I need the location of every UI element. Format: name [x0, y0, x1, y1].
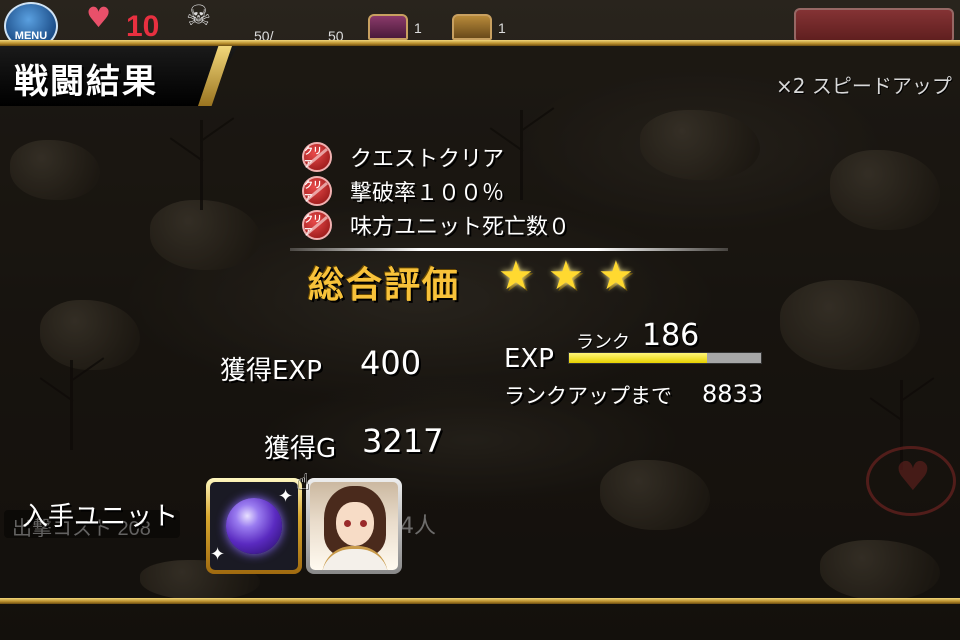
rating-star-icon: ★	[548, 253, 584, 299]
clear-badge-icon: クリア	[302, 142, 332, 172]
bottom-strip	[0, 604, 960, 640]
rank-up-label: ランクアップまで	[504, 384, 672, 408]
rank-label: ランク	[576, 332, 630, 353]
exp-progress-fill	[569, 353, 708, 363]
sparkle-icon: ✦	[210, 544, 226, 565]
life-count: 10	[126, 10, 160, 43]
condition-row: クリア 味方ユニット死亡数０	[302, 210, 570, 240]
red-chest-icon	[368, 14, 408, 40]
condition-text: 撃破率１００％	[350, 181, 505, 206]
condition-text: 味方ユニット死亡数０	[350, 215, 571, 240]
skull-icon: ☠	[186, 0, 212, 32]
sparkle-icon: ✦	[278, 486, 294, 507]
gold-gained-label: 獲得G	[264, 434, 337, 464]
top-hud: MENU ♥ 10 ☠ 50/ 50 1 1	[0, 0, 960, 50]
top-right-button[interactable]	[794, 8, 954, 44]
gold-gained-value: 3217	[362, 422, 444, 460]
purple-orb-icon	[226, 498, 282, 554]
exp-gained-label: 獲得EXP	[220, 356, 322, 386]
overall-rating-label: 総合評価	[308, 265, 461, 306]
speed-up-label: ×2 スピードアップ	[776, 74, 952, 98]
acquired-units-label: 入手ユニット	[22, 502, 179, 532]
unit-card-character[interactable]	[306, 478, 402, 574]
page-title: 戦闘結果	[14, 62, 158, 102]
character-portrait	[310, 482, 398, 570]
rating-star-icon: ★	[498, 253, 534, 299]
condition-row: クリア クエストクリア	[302, 142, 504, 172]
red-chest-count: 1	[414, 20, 422, 36]
gold-chest-icon	[452, 14, 492, 40]
player-exp-label: EXP	[504, 344, 554, 374]
rating-star-icon: ★	[598, 253, 634, 299]
exp-progress-bar	[568, 352, 762, 364]
unit-card-purple-orb[interactable]: ✦ ✦	[206, 478, 302, 574]
rank-up-value: 8833	[702, 380, 764, 408]
clear-badge-icon: クリア	[302, 210, 332, 240]
section-divider	[290, 248, 728, 251]
condition-row: クリア 撃破率１００％	[302, 176, 504, 206]
heart-icon: ♥	[86, 1, 112, 34]
rank-value: 186	[642, 318, 700, 353]
exp-gained-value: 400	[360, 344, 422, 382]
gold-chest-count: 1	[498, 20, 506, 36]
condition-text: クエストクリア	[350, 147, 505, 172]
clear-badge-icon: クリア	[302, 176, 332, 206]
hand-icon: ☝	[296, 470, 310, 495]
